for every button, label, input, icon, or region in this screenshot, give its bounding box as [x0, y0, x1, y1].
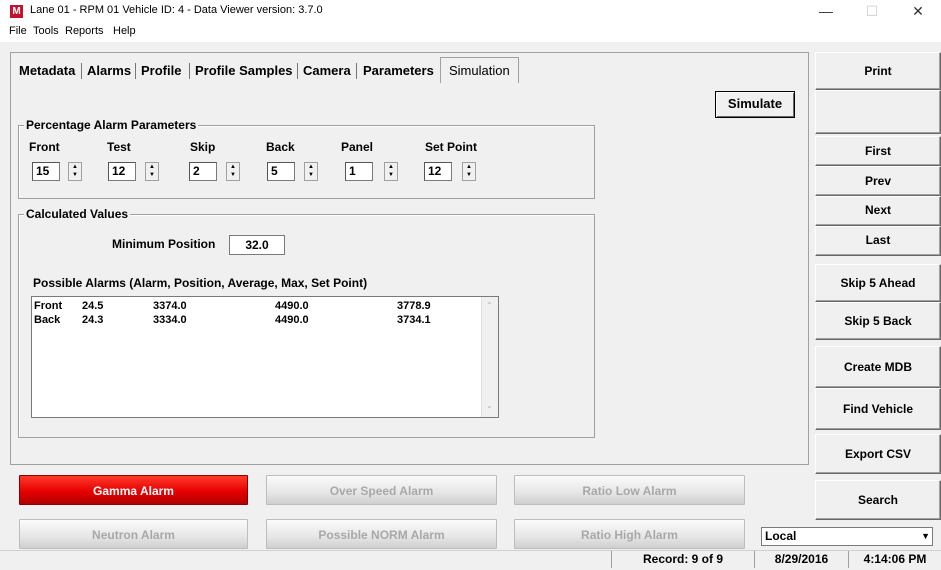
spin-down-icon[interactable]: ▼: [146, 171, 158, 179]
panel-label: Panel: [341, 140, 374, 154]
percentage-params-legend: Percentage Alarm Parameters: [24, 118, 199, 132]
search-button[interactable]: Search: [815, 480, 941, 520]
next-button[interactable]: Next: [815, 196, 941, 226]
skip-label: Skip: [190, 140, 216, 154]
spin-down-icon[interactable]: ▼: [69, 171, 81, 179]
spin-up-icon[interactable]: ▲: [146, 163, 158, 171]
possible-alarms-label: Possible Alarms (Alarm, Position, Averag…: [33, 276, 368, 290]
simulate-button[interactable]: Simulate: [715, 91, 795, 118]
tab-separator: [356, 63, 357, 79]
location-select-value: Local: [765, 529, 797, 543]
minimize-button[interactable]: —: [803, 0, 849, 22]
front-spinner[interactable]: ▲ ▼: [68, 162, 82, 181]
spin-up-icon[interactable]: ▲: [69, 163, 81, 171]
menu-file[interactable]: File: [9, 25, 27, 37]
test-input[interactable]: 12: [108, 162, 136, 181]
title-bar: M Lane 01 - RPM 01 Vehicle ID: 4 - Data …: [0, 0, 941, 22]
minimum-position-label: Minimum Position: [112, 237, 216, 251]
menu-tools[interactable]: Tools: [33, 25, 59, 37]
gamma-alarm-indicator: Gamma Alarm: [19, 475, 248, 505]
window-title: Lane 01 - RPM 01 Vehicle ID: 4 - Data Vi…: [30, 4, 323, 16]
scroll-up-icon[interactable]: ⌃: [486, 301, 493, 310]
spin-up-icon[interactable]: ▲: [385, 163, 397, 171]
skip-5-ahead-button[interactable]: Skip 5 Ahead: [815, 264, 941, 302]
skip-spinner[interactable]: ▲ ▼: [226, 162, 240, 181]
alarm-row-1-position: 24.5: [82, 300, 104, 312]
print-button[interactable]: Print: [815, 52, 941, 90]
tab-profile-samples[interactable]: Profile Samples: [195, 60, 293, 82]
tab-separator: [135, 63, 136, 79]
neutron-alarm-indicator: Neutron Alarm: [19, 519, 248, 549]
panel-spinner[interactable]: ▲ ▼: [384, 162, 398, 181]
spin-up-icon[interactable]: ▲: [305, 163, 317, 171]
menu-reports[interactable]: Reports: [65, 25, 104, 37]
close-button[interactable]: ✕: [895, 0, 941, 22]
tab-camera[interactable]: Camera: [303, 60, 351, 82]
alarm-row-2-name: Back: [34, 314, 61, 326]
first-button[interactable]: First: [815, 136, 941, 166]
spin-up-icon[interactable]: ▲: [463, 163, 475, 171]
alarm-row-2-max: 4490.0: [275, 314, 309, 326]
menu-bar: File Tools Reports Help: [0, 22, 941, 42]
spin-down-icon[interactable]: ▼: [463, 171, 475, 179]
maximize-button[interactable]: ☐: [849, 0, 895, 22]
alarm-row-1-name: Front: [34, 300, 63, 312]
test-label: Test: [107, 140, 131, 154]
location-select[interactable]: Local ▼: [761, 527, 933, 546]
front-label: Front: [29, 140, 60, 154]
alarm-row-2-setpoint: 3734.1: [397, 314, 431, 326]
possible-norm-alarm-indicator: Possible NORM Alarm: [266, 519, 497, 549]
tab-simulation[interactable]: Simulation: [440, 57, 519, 83]
last-button[interactable]: Last: [815, 226, 941, 256]
spin-down-icon[interactable]: ▼: [385, 171, 397, 179]
alarm-row-2-position: 24.3: [82, 314, 104, 326]
create-mdb-button[interactable]: Create MDB: [815, 346, 941, 388]
export-csv-button[interactable]: Export CSV: [815, 434, 941, 474]
over-speed-alarm-indicator: Over Speed Alarm: [266, 475, 497, 505]
calculated-values-legend: Calculated Values: [24, 207, 131, 221]
set-point-input[interactable]: 12: [424, 162, 452, 181]
tab-separator: [189, 63, 190, 79]
back-input[interactable]: 5: [267, 162, 295, 181]
tab-profile[interactable]: Profile: [141, 60, 181, 82]
tab-separator: [81, 63, 82, 79]
skip-5-back-button[interactable]: Skip 5 Back: [815, 302, 941, 340]
prev-button[interactable]: Prev: [815, 166, 941, 196]
date-status: 8/29/2016: [754, 551, 848, 568]
alarm-row-2-average: 3334.0: [153, 314, 187, 326]
tab-alarms[interactable]: Alarms: [87, 60, 131, 82]
dropdown-arrow-icon[interactable]: ▼: [921, 528, 930, 545]
record-status: Record: 9 of 9: [611, 551, 754, 568]
alarm-row-1-average: 3374.0: [153, 300, 187, 312]
front-input[interactable]: 15: [32, 162, 60, 181]
app-icon: M: [10, 5, 23, 18]
blank-side-button[interactable]: [815, 90, 941, 134]
test-spinner[interactable]: ▲ ▼: [145, 162, 159, 181]
ratio-high-alarm-indicator: Ratio High Alarm: [514, 519, 745, 549]
find-vehicle-button[interactable]: Find Vehicle: [815, 388, 941, 430]
minimum-position-value: 32.0: [229, 235, 285, 255]
alarm-row-1-max: 4490.0: [275, 300, 309, 312]
skip-input[interactable]: 2: [189, 162, 217, 181]
tab-separator: [297, 63, 298, 79]
scroll-down-icon[interactable]: ⌄: [486, 401, 493, 410]
spin-down-icon[interactable]: ▼: [305, 171, 317, 179]
back-label: Back: [266, 140, 295, 154]
ratio-low-alarm-indicator: Ratio Low Alarm: [514, 475, 745, 505]
tab-parameters[interactable]: Parameters: [363, 60, 434, 82]
menu-help[interactable]: Help: [113, 25, 136, 37]
time-status: 4:14:06 PM: [848, 551, 941, 568]
list-scrollbar[interactable]: ⌃ ⌄: [481, 297, 498, 417]
set-point-label: Set Point: [425, 140, 478, 154]
tab-metadata[interactable]: Metadata: [19, 60, 75, 82]
back-spinner[interactable]: ▲ ▼: [304, 162, 318, 181]
panel-input[interactable]: 1: [345, 162, 373, 181]
alarm-row-1-setpoint: 3778.9: [397, 300, 431, 312]
spin-down-icon[interactable]: ▼: [227, 171, 239, 179]
spin-up-icon[interactable]: ▲: [227, 163, 239, 171]
set-point-spinner[interactable]: ▲ ▼: [462, 162, 476, 181]
